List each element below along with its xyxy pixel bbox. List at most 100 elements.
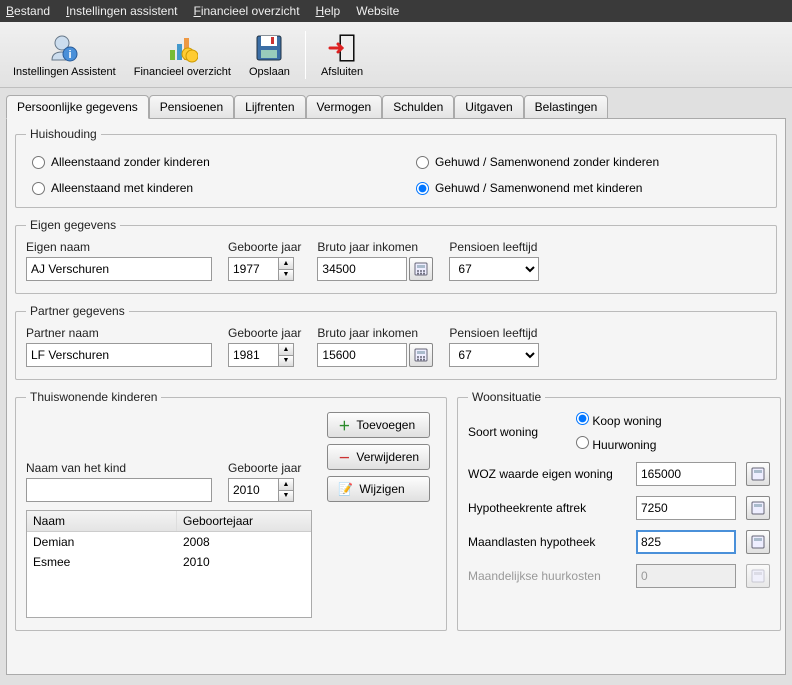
menu-help[interactable]: Help	[316, 4, 341, 18]
eigen-geboorte-spin[interactable]: ▲▼	[228, 257, 301, 281]
menu-financieel[interactable]: Financieel overzicht	[193, 4, 299, 18]
toolbar-opslaan[interactable]: Opslaan	[242, 29, 297, 81]
spin-up-icon[interactable]: ▲	[279, 479, 293, 491]
tabbar: Persoonlijke gegevens Pensioenen Lijfren…	[6, 94, 786, 119]
radio-gehuwd-met[interactable]: Gehuwd / Samenwonend met kinderen	[416, 181, 760, 195]
minus-icon: －	[338, 449, 350, 466]
toolbar-financieel-label: Financieel overzicht	[134, 66, 231, 78]
radio-koop[interactable]: Koop woning	[576, 412, 662, 428]
toolbar-separator	[305, 31, 306, 79]
huur-label: Maandelijkse huurkosten	[468, 569, 628, 583]
user-info-icon: i	[48, 32, 80, 64]
maand-input[interactable]	[636, 530, 736, 554]
th-jaar[interactable]: Geboortejaar	[177, 511, 311, 531]
kind-geboorte-input[interactable]	[228, 478, 278, 502]
kind-naam-input[interactable]	[26, 478, 212, 502]
radio-alleenstaand-zonder[interactable]: Alleenstaand zonder kinderen	[32, 155, 376, 169]
radio-alleenstaand-zonder-input[interactable]	[32, 156, 45, 169]
radio-alleenstaand-met-input[interactable]	[32, 182, 45, 195]
spin-up-icon[interactable]: ▲	[279, 344, 293, 356]
eigen-naam-input[interactable]	[26, 257, 212, 281]
toolbar-opslaan-label: Opslaan	[249, 66, 290, 78]
partner-geboorte-label: Geboorte jaar	[228, 326, 301, 340]
kind-geboorte-spin[interactable]: ▲▼	[228, 478, 301, 502]
tab-lijfrenten[interactable]: Lijfrenten	[234, 95, 305, 119]
svg-text:i: i	[69, 49, 72, 61]
hyp-label: Hypotheekrente aftrek	[468, 501, 628, 515]
eigen-bruto-label: Bruto jaar inkomen	[317, 240, 433, 254]
tab-pensioenen[interactable]: Pensioenen	[149, 95, 234, 119]
tab-vermogen[interactable]: Vermogen	[306, 95, 383, 119]
spin-up-icon[interactable]: ▲	[279, 258, 293, 270]
huishouding-group: Huishouding Alleenstaand zonder kinderen…	[15, 127, 777, 208]
radio-huur[interactable]: Huurwoning	[576, 436, 662, 452]
toolbar-afsluiten-label: Afsluiten	[321, 66, 363, 78]
woz-input[interactable]	[636, 462, 736, 486]
spin-down-icon[interactable]: ▼	[279, 491, 293, 502]
eigen-pensioen-label: Pensioen leeftijd	[449, 240, 539, 254]
calculator-icon[interactable]	[409, 343, 433, 367]
tab-uitgaven[interactable]: Uitgaven	[454, 95, 523, 119]
hyp-input[interactable]	[636, 496, 736, 520]
kinderen-table[interactable]: NaamGeboortejaar Demian2008Esmee2010	[26, 510, 312, 618]
panel: Huishouding Alleenstaand zonder kinderen…	[6, 119, 786, 675]
calculator-icon[interactable]	[746, 530, 770, 554]
radio-gehuwd-zonder[interactable]: Gehuwd / Samenwonend zonder kinderen	[416, 155, 760, 169]
menu-website[interactable]: Website	[356, 4, 399, 18]
exit-icon	[326, 32, 358, 64]
toolbar: i Instellingen Assistent Financieel over…	[0, 22, 792, 88]
verwijderen-button[interactable]: －Verwijderen	[327, 444, 430, 470]
tab-schulden[interactable]: Schulden	[382, 95, 454, 119]
kind-naam-label: Naam van het kind	[26, 461, 212, 475]
wijzigen-button[interactable]: 📝Wijzigen	[327, 476, 430, 502]
menu-instellingen[interactable]: Instellingen assistent	[66, 4, 177, 18]
spin-down-icon[interactable]: ▼	[279, 270, 293, 281]
kinderen-group: Thuiswonende kinderen Naam van het kind …	[15, 390, 447, 631]
woz-label: WOZ waarde eigen woning	[468, 467, 628, 481]
partner-geboorte-spin[interactable]: ▲▼	[228, 343, 301, 367]
cell-jaar: 2008	[177, 532, 311, 552]
radio-alleenstaand-met[interactable]: Alleenstaand met kinderen	[32, 181, 376, 195]
kind-geboorte-label: Geboorte jaar	[228, 461, 301, 475]
partner-bruto-label: Bruto jaar inkomen	[317, 326, 433, 340]
soort-woning-label: Soort woning	[468, 425, 568, 439]
partner-naam-input[interactable]	[26, 343, 212, 367]
radio-gehuwd-met-input[interactable]	[416, 182, 429, 195]
table-row[interactable]: Esmee2010	[27, 552, 311, 572]
plus-icon: ＋	[338, 417, 350, 434]
eigen-pensioen-select[interactable]: 67	[449, 257, 539, 281]
menu-bestand[interactable]: Bestand	[6, 4, 50, 18]
radio-koop-input[interactable]	[576, 412, 589, 425]
toevoegen-button[interactable]: ＋Toevoegen	[327, 412, 430, 438]
toolbar-instellingen[interactable]: i Instellingen Assistent	[6, 29, 123, 81]
cell-naam: Esmee	[27, 552, 177, 572]
tab-persoonlijke[interactable]: Persoonlijke gegevens	[6, 95, 149, 119]
th-naam[interactable]: Naam	[27, 511, 177, 531]
eigen-bruto-input[interactable]	[317, 257, 407, 281]
woonsituatie-group: Woonsituatie Soort woning Koop woning Hu…	[457, 390, 781, 631]
radio-gehuwd-zonder-input[interactable]	[416, 156, 429, 169]
radio-huur-input[interactable]	[576, 436, 589, 449]
calculator-icon	[746, 564, 770, 588]
eigen-geboorte-input[interactable]	[228, 257, 278, 281]
tab-belastingen[interactable]: Belastingen	[524, 95, 609, 119]
toolbar-instellingen-label: Instellingen Assistent	[13, 66, 116, 78]
woon-legend: Woonsituatie	[468, 390, 545, 404]
eigen-group: Eigen gegevens Eigen naam Geboorte jaar …	[15, 218, 777, 294]
cell-naam: Demian	[27, 532, 177, 552]
huur-input	[636, 564, 736, 588]
table-row[interactable]: Demian2008	[27, 532, 311, 552]
chart-money-icon	[166, 32, 198, 64]
toolbar-afsluiten[interactable]: Afsluiten	[314, 29, 370, 81]
calculator-icon[interactable]	[746, 496, 770, 520]
eigen-geboorte-label: Geboorte jaar	[228, 240, 301, 254]
cell-jaar: 2010	[177, 552, 311, 572]
partner-bruto-input[interactable]	[317, 343, 407, 367]
calculator-icon[interactable]	[746, 462, 770, 486]
spin-down-icon[interactable]: ▼	[279, 356, 293, 367]
calculator-icon[interactable]	[409, 257, 433, 281]
partner-pensioen-select[interactable]: 67	[449, 343, 539, 367]
toolbar-financieel[interactable]: Financieel overzicht	[127, 29, 238, 81]
eigen-naam-label: Eigen naam	[26, 240, 212, 254]
partner-geboorte-input[interactable]	[228, 343, 278, 367]
